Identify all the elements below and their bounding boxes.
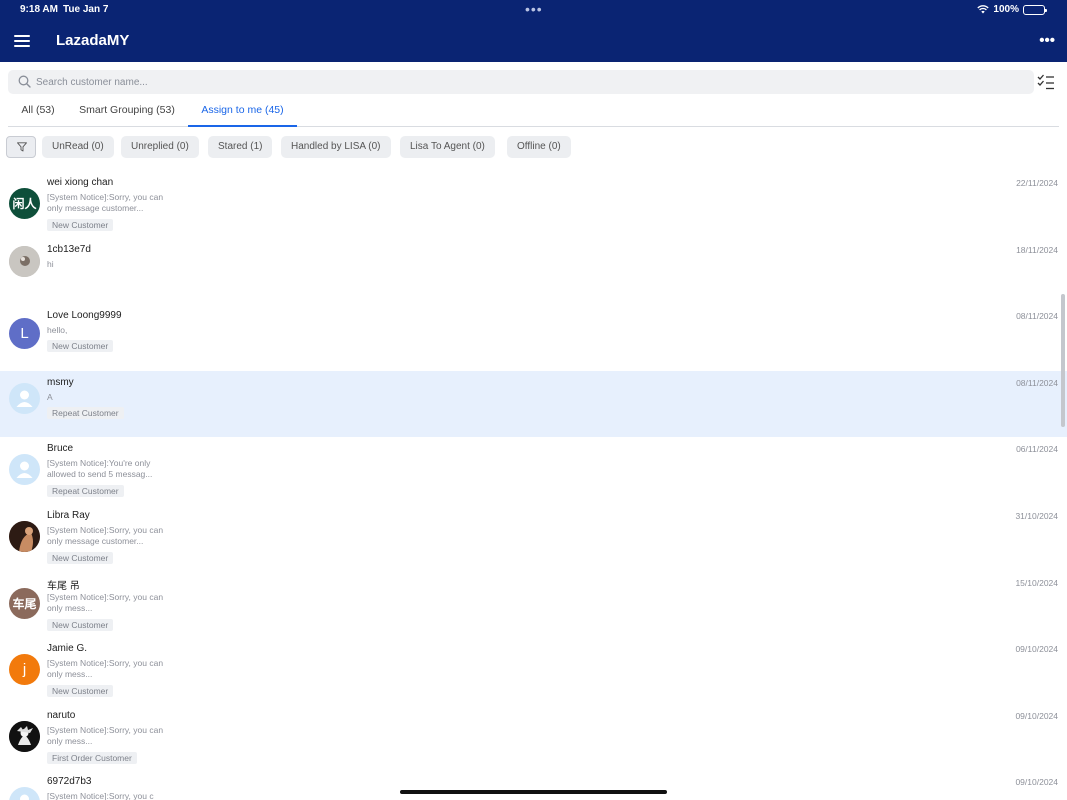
default-user-icon [20, 794, 29, 800]
message-preview: [System Notice]:Sorry, you c [47, 791, 154, 800]
multitasking-dots-icon[interactable]: ••• [525, 1, 543, 17]
message-date: 18/11/2024 [1016, 244, 1058, 255]
avatar: 闲人 [9, 188, 40, 219]
filter-button[interactable] [6, 136, 36, 158]
message-date: 09/10/2024 [1015, 644, 1058, 655]
photo-avatar-icon [9, 720, 40, 752]
avatar: L [9, 318, 40, 350]
message-date: 15/10/2024 [1015, 577, 1058, 588]
customer-name: 车尾 吊 [47, 580, 80, 592]
conversation-row[interactable]: Bruce [System Notice]:You're only allowe… [0, 437, 1067, 504]
avatar [9, 720, 40, 752]
conversation-list: 闲人 wei xiong chan [System Notice]:Sorry,… [0, 171, 1067, 800]
message-preview: A [47, 391, 53, 402]
customer-name: Libra Ray [47, 510, 90, 521]
message-date: 09/10/2024 [1015, 710, 1058, 721]
customer-name: naruto [47, 709, 76, 721]
customer-tag: Repeat Customer [47, 406, 124, 419]
customer-tag: New Customer [47, 618, 114, 631]
message-preview: [System Notice]:Sorry, you can only mess… [47, 192, 164, 213]
battery-icon [1023, 4, 1047, 15]
message-preview: [System Notice]:You're only allowed to s… [47, 458, 153, 480]
filter-chip-handled-by-lisa[interactable]: Handled by LISA (0) [281, 136, 391, 158]
message-preview: [System Notice]:Sorry, you can only mess… [47, 591, 164, 613]
list-scrollbar[interactable] [1061, 294, 1065, 427]
message-date: 08/11/2024 [1016, 377, 1058, 388]
conversation-row[interactable]: naruto [System Notice]:Sorry, you can on… [0, 704, 1067, 771]
avatar [9, 521, 40, 552]
customer-name: wei xiong chan [47, 177, 114, 188]
filter-chip-lisa-to-agent[interactable]: Lisa To Agent (0) [400, 136, 495, 158]
battery-percent: 100% [993, 4, 1019, 15]
customer-tag: New Customer [47, 340, 114, 353]
avatar [9, 787, 40, 800]
customer-name: 6972d7b3 [47, 776, 92, 788]
conversation-row[interactable]: 6972d7b3 [System Notice]:Sorry, you c 09… [0, 770, 1067, 800]
tab-all[interactable]: All (53) [16, 96, 60, 127]
customer-tag: New Customer [47, 552, 114, 564]
photo-avatar-icon [9, 521, 40, 552]
default-user-icon [16, 461, 33, 479]
avatar: j [9, 654, 40, 686]
message-preview: hello, [47, 325, 68, 336]
message-date: 31/10/2024 [1015, 511, 1058, 521]
conversation-row[interactable]: j Jamie G. [System Notice]:Sorry, you ca… [0, 637, 1067, 704]
avatar: 车尾 [9, 587, 40, 619]
conversation-row-selected[interactable]: msmy A Repeat Customer 08/11/2024 [0, 370, 1067, 438]
status-date: Tue Jan 7 [63, 4, 109, 15]
message-date: 08/11/2024 [1016, 311, 1058, 322]
avatar [9, 454, 40, 486]
avatar [9, 382, 40, 414]
conversation-row[interactable]: Libra Ray [System Notice]:Sorry, you can… [0, 504, 1067, 571]
home-indicator[interactable] [400, 790, 667, 794]
avatar [9, 245, 40, 277]
message-date: 06/11/2024 [1016, 444, 1058, 455]
customer-name: Love Loong9999 [47, 310, 122, 322]
filter-chip-offline[interactable]: Offline (0) [507, 136, 571, 158]
tab-smart-grouping[interactable]: Smart Grouping (53) [76, 96, 178, 127]
search-bar [8, 70, 1034, 94]
conversation-row[interactable]: L Love Loong9999 hello, New Customer 08/… [0, 304, 1067, 371]
customer-name: 1cb13e7d [47, 243, 91, 255]
message-preview: [System Notice]:Sorry, you can only mess… [47, 658, 164, 680]
default-user-icon [16, 390, 33, 407]
customer-name: msmy [47, 376, 74, 388]
tab-assign-to-me[interactable]: Assign to me (45) [188, 96, 297, 127]
conversation-row[interactable]: 闲人 wei xiong chan [System Notice]:Sorry,… [0, 171, 1067, 238]
app-title: LazadaMY [56, 32, 130, 49]
message-date: 09/10/2024 [1015, 777, 1058, 788]
search-input[interactable] [36, 70, 1026, 94]
filter-chip-unreplied[interactable]: Unreplied (0) [121, 136, 199, 158]
customer-tag: New Customer [47, 219, 114, 231]
conversation-tabs: All (53) Smart Grouping (53) Assign to m… [8, 96, 1059, 127]
filter-icon [17, 142, 27, 152]
filter-chip-stared[interactable]: Stared (1) [208, 136, 273, 158]
filter-chip-unread[interactable]: UnRead (0) [42, 136, 114, 158]
conversation-row[interactable]: 1cb13e7d hi 18/11/2024 [0, 238, 1067, 305]
message-preview: hi [47, 258, 54, 269]
hamburger-menu-icon[interactable] [14, 35, 30, 47]
status-time: 9:18 AM [20, 4, 58, 15]
message-date: 22/11/2024 [1016, 178, 1058, 188]
customer-tag: First Order Customer [47, 751, 137, 764]
customer-name: Jamie G. [47, 643, 88, 655]
more-options-icon[interactable]: ••• [1039, 32, 1055, 49]
message-preview: [System Notice]:Sorry, you can only mess… [47, 525, 164, 546]
photo-avatar-icon [9, 245, 40, 277]
wifi-icon [977, 5, 990, 14]
top-app-bar: 9:18 AM Tue Jan 7 ••• 100% LazadaMY ••• [0, 0, 1067, 62]
status-right: 100% [977, 4, 1047, 15]
search-icon [18, 75, 31, 88]
customer-tag: New Customer [47, 685, 114, 698]
conversation-row[interactable]: 车尾 车尾 吊 [System Notice]:Sorry, you can o… [0, 571, 1067, 638]
customer-name: Bruce [47, 443, 74, 455]
customer-tag: Repeat Customer [47, 485, 124, 498]
message-preview: [System Notice]:Sorry, you can only mess… [47, 724, 164, 746]
checklist-icon[interactable] [1037, 74, 1055, 90]
